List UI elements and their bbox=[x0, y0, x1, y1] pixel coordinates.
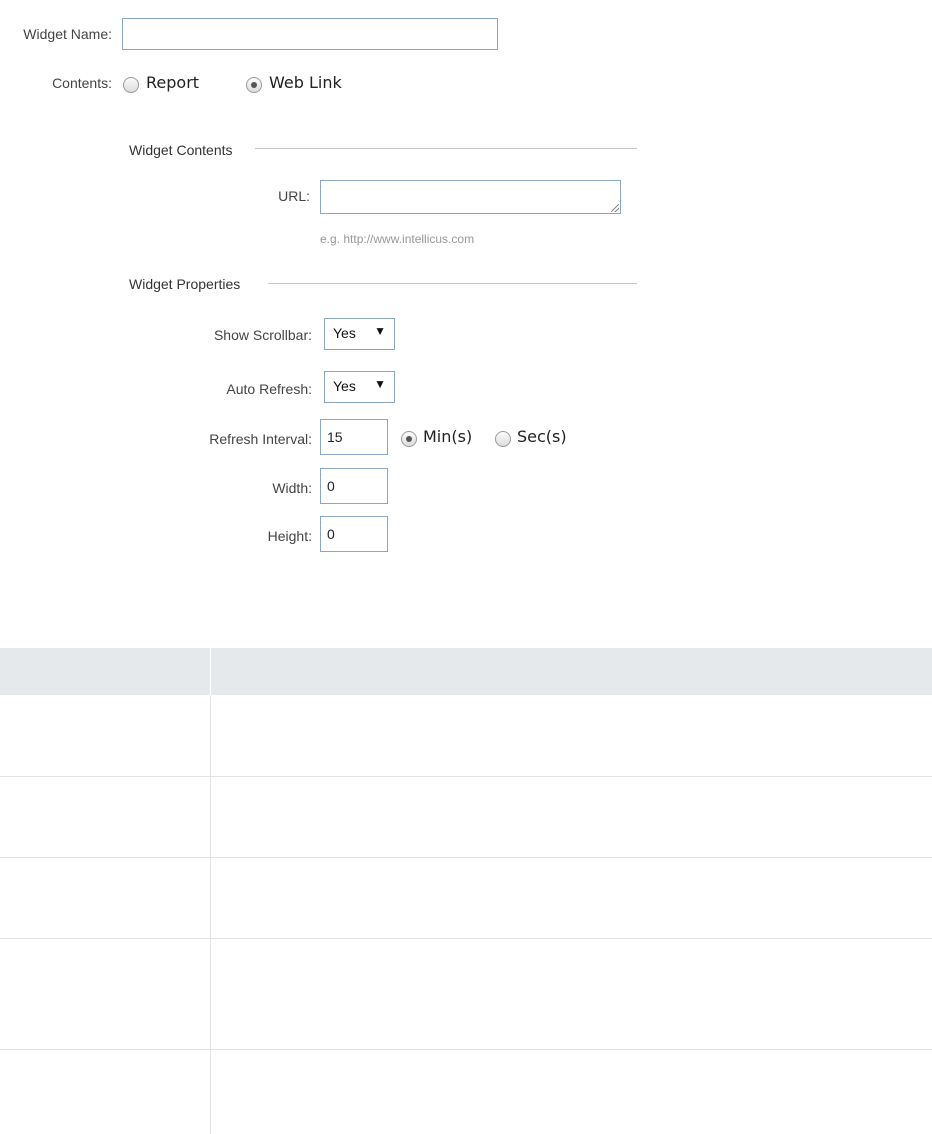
url-label: URL: bbox=[278, 188, 310, 204]
refresh-interval-input[interactable] bbox=[320, 419, 388, 455]
height-label: Height: bbox=[267, 528, 312, 544]
web-link-radio[interactable] bbox=[246, 77, 262, 93]
table-row bbox=[0, 1050, 932, 1134]
contents-label: Contents: bbox=[52, 75, 112, 91]
auto-refresh-label: Auto Refresh: bbox=[226, 381, 312, 397]
widget-properties-divider bbox=[268, 283, 637, 284]
show-scrollbar-value: Yes bbox=[333, 325, 356, 341]
minutes-radio[interactable] bbox=[401, 431, 417, 447]
widget-name-label: Widget Name: bbox=[23, 26, 112, 42]
url-textarea[interactable] bbox=[320, 180, 621, 214]
show-scrollbar-label: Show Scrollbar: bbox=[213, 327, 312, 343]
widget-contents-title: Widget Contents bbox=[129, 142, 233, 158]
widget-name-input[interactable] bbox=[122, 18, 498, 50]
widget-contents-divider bbox=[255, 148, 637, 149]
table-header-divider bbox=[210, 648, 211, 695]
report-radio[interactable] bbox=[123, 77, 139, 93]
web-link-radio-label[interactable]: Web Link bbox=[269, 73, 342, 92]
height-input[interactable] bbox=[320, 516, 388, 552]
auto-refresh-select[interactable]: Yes ▼ bbox=[324, 371, 395, 403]
seconds-radio-label[interactable]: Sec(s) bbox=[517, 427, 567, 446]
url-hint: e.g. http://www.intellicus.com bbox=[320, 232, 475, 246]
url-textarea-wrap bbox=[320, 180, 621, 214]
dropdown-arrow-icon: ▼ bbox=[374, 324, 386, 338]
width-input[interactable] bbox=[320, 468, 388, 504]
table-row bbox=[0, 858, 932, 939]
width-label: Width: bbox=[272, 480, 312, 496]
widget-properties-title: Widget Properties bbox=[129, 276, 241, 292]
show-scrollbar-select[interactable]: Yes ▼ bbox=[324, 318, 395, 350]
table-row bbox=[0, 695, 932, 777]
textarea-resize-icon[interactable] bbox=[611, 204, 619, 212]
refresh-interval-label: Refresh Interval: bbox=[209, 431, 312, 447]
dropdown-arrow-icon: ▼ bbox=[374, 377, 386, 391]
table-row bbox=[0, 777, 932, 858]
table-column-divider bbox=[210, 695, 211, 1134]
table-header bbox=[0, 648, 932, 695]
seconds-radio[interactable] bbox=[495, 431, 511, 447]
minutes-radio-label[interactable]: Min(s) bbox=[423, 427, 472, 446]
table-row bbox=[0, 939, 932, 1050]
report-radio-label[interactable]: Report bbox=[146, 73, 199, 92]
auto-refresh-value: Yes bbox=[333, 378, 356, 394]
